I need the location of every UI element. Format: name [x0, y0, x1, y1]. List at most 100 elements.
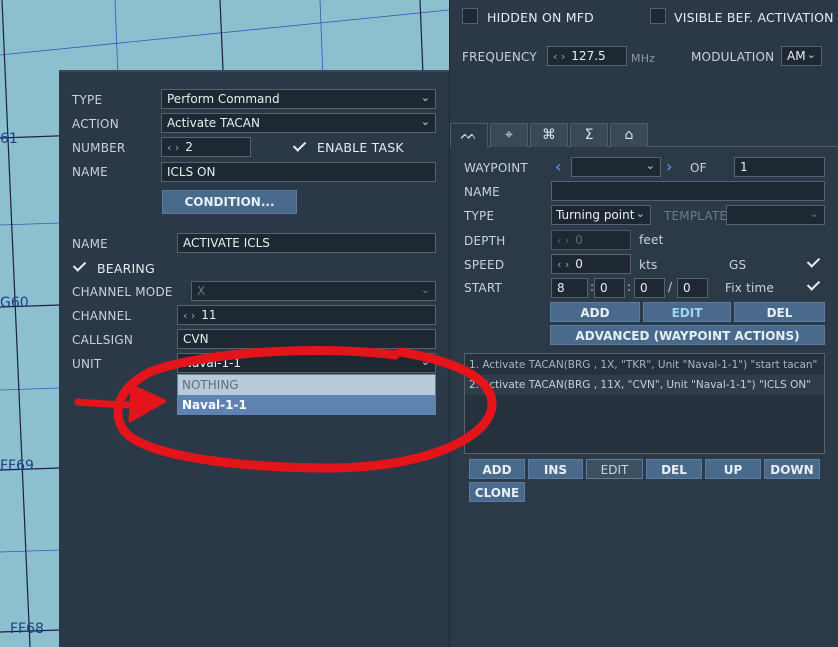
task-name-input[interactable]: ICLS ON: [161, 162, 436, 182]
modulation-select[interactable]: AM ⌄: [781, 46, 822, 66]
frequency-unit: MHz: [631, 52, 656, 65]
number-label: NUMBER: [72, 141, 126, 155]
callsign-input[interactable]: CVN: [177, 329, 436, 349]
prev-waypoint-icon[interactable]: ‹: [555, 157, 562, 176]
modulation-label: MODULATION: [691, 50, 775, 64]
tab-targets[interactable]: ⌖: [490, 123, 528, 147]
speed-unit: kts: [639, 258, 658, 272]
sum-icon: Σ: [584, 127, 594, 143]
chevron-down-icon: ⌄: [645, 159, 655, 172]
waypoint-add-button[interactable]: ADD: [550, 302, 640, 322]
spinner-arrows-icon: ‹ ›: [557, 234, 570, 247]
waypoint-select[interactable]: ⌄: [571, 157, 661, 177]
tab-network[interactable]: ⌘: [530, 123, 568, 147]
network-icon: ⌘: [542, 127, 556, 143]
channel-label: CHANNEL: [72, 309, 132, 323]
hidden-on-mfd-label: HIDDEN ON MFD: [487, 10, 594, 25]
hidden-on-mfd-checkbox[interactable]: [462, 8, 478, 24]
tab-route[interactable]: ᨓ: [450, 123, 488, 147]
enable-task-label: ENABLE TASK: [317, 140, 404, 155]
gs-checkbox[interactable]: [806, 255, 822, 271]
list-item[interactable]: 2. Activate TACAN(BRG , 11X, "CVN", Unit…: [465, 375, 824, 395]
waypoint-type-select[interactable]: Turning point ⌄: [551, 205, 651, 225]
hangar-icon: ⌂: [624, 127, 634, 143]
depth-unit: feet: [639, 233, 664, 247]
unit-dropdown-list: NOTHING Naval-1-1: [177, 374, 436, 415]
start-second-input[interactable]: 0: [677, 278, 708, 298]
type-label: TYPE: [72, 93, 103, 107]
map-grid-label: FF69: [0, 458, 34, 474]
bearing-checkbox[interactable]: [72, 259, 88, 275]
action-clone-button[interactable]: CLONE: [469, 482, 525, 502]
action-add-button[interactable]: ADD: [469, 459, 525, 479]
tab-bar: ᨓ ⌖ ⌘ Σ ⌂: [450, 123, 838, 147]
route-icon: ᨓ: [460, 127, 478, 143]
visible-before-activation-checkbox[interactable]: [650, 8, 666, 24]
list-item[interactable]: 1. Activate TACAN(BRG , 1X, "TKR", Unit …: [465, 355, 824, 375]
action-del-button[interactable]: DEL: [646, 459, 702, 479]
channel-stepper[interactable]: ‹ › 11: [177, 305, 436, 325]
gs-label: GS: [729, 258, 747, 272]
actions-list: 1. Activate TACAN(BRG , 1X, "TKR", Unit …: [464, 353, 825, 454]
chevron-down-icon: ⌄: [420, 115, 430, 128]
fix-time-label: Fix time: [725, 281, 774, 295]
unit-option-naval[interactable]: Naval-1-1: [178, 395, 435, 415]
enable-task-checkbox[interactable]: [292, 139, 308, 155]
waypoint-name-input[interactable]: [551, 181, 825, 201]
waypoint-edit-button[interactable]: EDIT: [643, 302, 731, 322]
start-day-input[interactable]: 8: [551, 278, 588, 298]
chevron-down-icon: ⌄: [420, 283, 430, 296]
waypoint-del-button[interactable]: DEL: [734, 302, 825, 322]
advanced-waypoint-actions-button[interactable]: ADVANCED (WAYPOINT ACTIONS): [550, 325, 825, 345]
action-down-button[interactable]: DOWN: [764, 459, 820, 479]
frequency-label: FREQUENCY: [462, 50, 537, 64]
chevron-down-icon: ⌄: [809, 207, 819, 220]
chevron-down-icon: ⌄: [806, 48, 816, 61]
depth-stepper[interactable]: ‹ › 0: [551, 230, 631, 250]
action-up-button[interactable]: UP: [705, 459, 761, 479]
start-minute-input[interactable]: 0: [634, 278, 665, 298]
template-label: TEMPLATE: [664, 209, 728, 223]
command-name-label: NAME: [72, 237, 108, 251]
channel-mode-select[interactable]: X ⌄: [191, 281, 436, 301]
waypoint-panel: ᨓ ⌖ ⌘ Σ ⌂: [449, 0, 838, 647]
action-ins-button[interactable]: INS: [528, 459, 583, 479]
action-label: ACTION: [72, 117, 119, 131]
command-name-input[interactable]: ACTIVATE ICLS: [177, 233, 436, 253]
spinner-arrows-icon: ‹ ›: [183, 309, 196, 322]
channel-mode-label: CHANNEL MODE: [72, 285, 173, 299]
fix-time-checkbox[interactable]: [806, 278, 822, 294]
type-select[interactable]: Perform Command ⌄: [161, 89, 436, 109]
spinner-arrows-icon: ‹ ›: [557, 258, 570, 271]
template-select[interactable]: ⌄: [726, 205, 825, 225]
chevron-down-icon: ⌄: [420, 91, 430, 104]
bearing-label: BEARING: [97, 261, 155, 276]
frequency-stepper[interactable]: ‹ › 127.5: [547, 46, 627, 66]
visible-before-activation-label: VISIBLE BEF. ACTIVATION: [674, 10, 834, 25]
map-grid-label: 61: [0, 131, 18, 147]
of-label: OF: [690, 161, 707, 175]
action-edit-button[interactable]: EDIT: [586, 459, 643, 479]
spinner-arrows-icon: ‹ ›: [553, 50, 566, 63]
tab-hangar[interactable]: ⌂: [610, 123, 648, 147]
next-waypoint-icon[interactable]: ›: [666, 157, 673, 176]
waypoint-type-label: TYPE: [464, 209, 495, 223]
waypoint-label: WAYPOINT: [464, 161, 528, 175]
condition-button[interactable]: CONDITION...: [162, 190, 297, 214]
time-separator: /: [668, 280, 673, 294]
chevron-down-icon: ⌄: [635, 207, 645, 220]
speed-stepper[interactable]: ‹ › 0: [551, 254, 631, 274]
tab-summary[interactable]: Σ: [570, 123, 608, 147]
chevron-down-icon: ⌄: [420, 355, 430, 368]
speed-label: SPEED: [464, 258, 505, 272]
unit-select[interactable]: Naval-1-1 ⌄: [177, 353, 436, 373]
time-separator: :: [627, 280, 632, 294]
spinner-arrows-icon: ‹ ›: [167, 141, 180, 154]
start-hour-input[interactable]: 0: [594, 278, 625, 298]
unit-option-nothing[interactable]: NOTHING: [178, 375, 435, 395]
waypoint-count: 1: [734, 157, 825, 177]
action-select[interactable]: Activate TACAN ⌄: [161, 113, 436, 133]
unit-label: UNIT: [72, 357, 102, 371]
depth-label: DEPTH: [464, 234, 506, 248]
number-stepper[interactable]: ‹ › 2: [161, 137, 251, 157]
